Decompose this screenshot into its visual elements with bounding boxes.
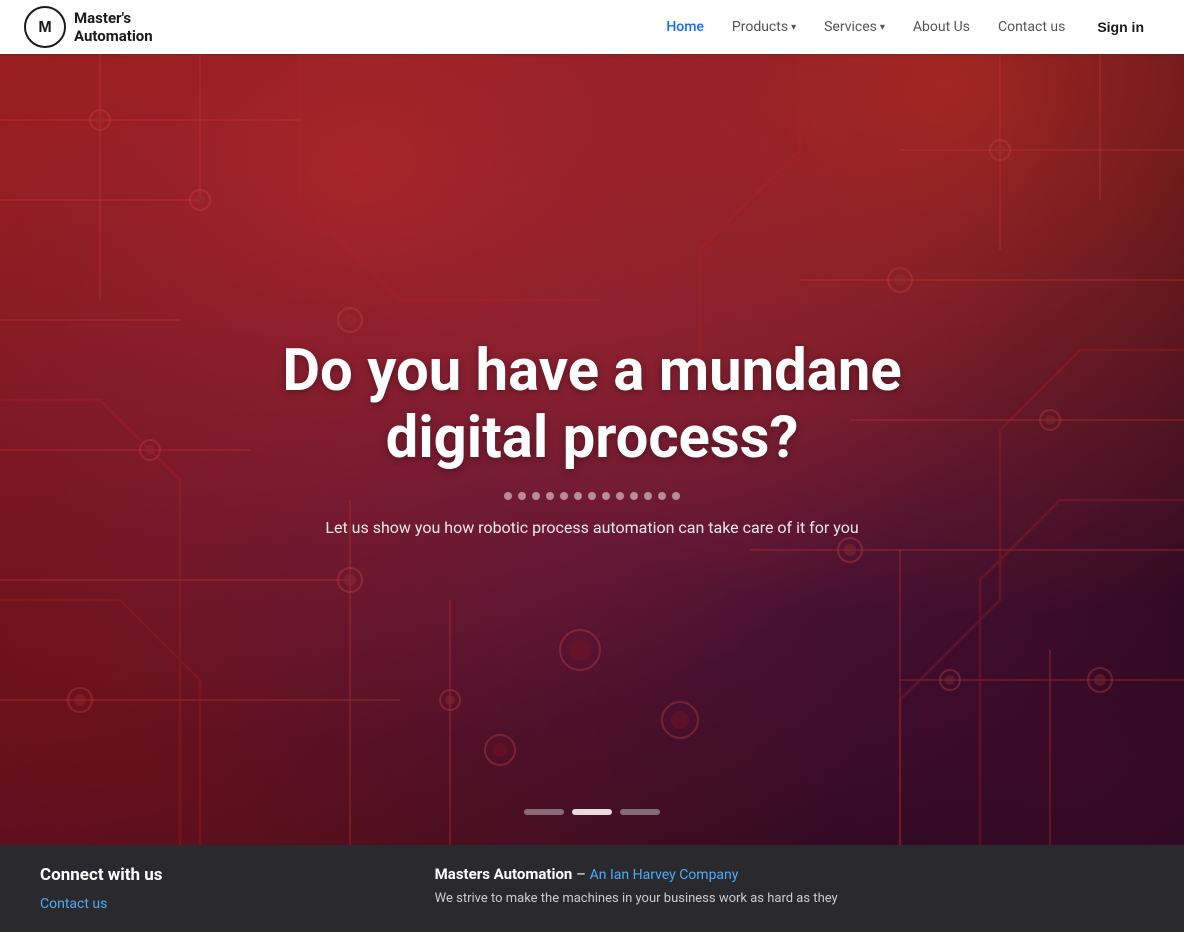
footer-dash: – (576, 865, 590, 883)
nav-link-about[interactable]: About Us (901, 13, 982, 41)
dot-12 (658, 492, 666, 500)
footer-company-sub: An Ian Harvey Company (590, 867, 739, 883)
footer-left: Connect with us Contact us (40, 865, 395, 912)
footer-company-line: Masters Automation – An Ian Harvey Compa… (435, 865, 1144, 883)
footer-right: Masters Automation – An Ian Harvey Compa… (435, 865, 1144, 909)
svg-text:M: M (38, 19, 51, 36)
dot-9 (616, 492, 624, 500)
footer-contact-link[interactable]: Contact us (40, 896, 107, 912)
dot-5 (560, 492, 568, 500)
nav-menu: Home Products ▾ Services ▾ About Us Cont… (654, 13, 1160, 41)
dot-8 (602, 492, 610, 500)
hero-title: Do you have a mundane digital process? (212, 338, 972, 471)
nav-item-services: Services ▾ (812, 13, 897, 41)
footer-company-name: Masters Automation (435, 865, 573, 883)
nav-link-contact[interactable]: Contact us (986, 13, 1077, 41)
hero-section: Do you have a mundane digital process? L… (0, 0, 1184, 845)
nav-link-services[interactable]: Services ▾ (812, 13, 897, 41)
nav-link-products[interactable]: Products ▾ (720, 13, 808, 41)
dot-11 (644, 492, 652, 500)
dot-3 (532, 492, 540, 500)
nav-item-products: Products ▾ (720, 13, 808, 41)
carousel-indicators (524, 809, 660, 815)
footer-connect-title: Connect with us (40, 865, 395, 885)
dot-10 (630, 492, 638, 500)
indicator-3[interactable] (620, 809, 660, 815)
nav-link-home[interactable]: Home (654, 13, 716, 41)
indicator-2[interactable] (572, 809, 612, 815)
dot-2 (518, 492, 526, 500)
nav-item-contact: Contact us (986, 13, 1077, 41)
dot-6 (574, 492, 582, 500)
nav-item-about: About Us (901, 13, 982, 41)
indicator-1[interactable] (524, 809, 564, 815)
hero-subtitle: Let us show you how robotic process auto… (212, 518, 972, 537)
nav-item-signin: Sign in (1081, 13, 1160, 41)
footer: Connect with us Contact us Masters Autom… (0, 845, 1184, 932)
dot-1 (504, 492, 512, 500)
dot-7 (588, 492, 596, 500)
navbar: M Master's Automation Home Products ▾ Se… (0, 0, 1184, 54)
brand-logo-icon: M (24, 6, 66, 48)
dot-13 (672, 492, 680, 500)
brand-logo-link[interactable]: M Master's Automation (24, 6, 153, 48)
footer-description: We strive to make the machines in your b… (435, 889, 1144, 909)
nav-item-home: Home (654, 13, 716, 41)
hero-content: Do you have a mundane digital process? L… (192, 338, 992, 536)
products-dropdown-icon: ▾ (791, 22, 796, 33)
brand-text: Master's Automation (74, 9, 153, 45)
services-dropdown-icon: ▾ (880, 22, 885, 33)
dot-4 (546, 492, 554, 500)
signin-button[interactable]: Sign in (1081, 13, 1160, 41)
hero-decorative-dots (212, 492, 972, 500)
